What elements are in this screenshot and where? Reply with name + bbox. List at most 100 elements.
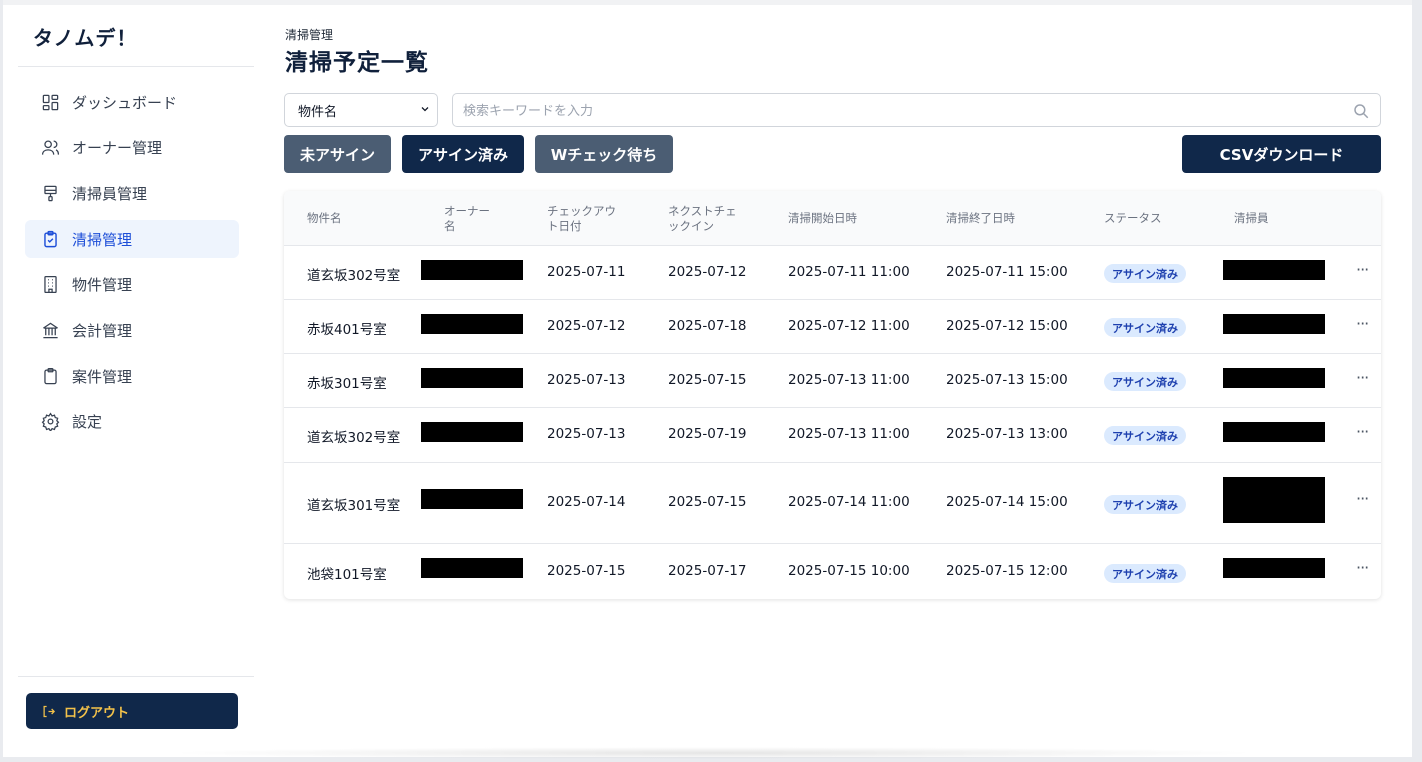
column-header-text: ト日付 [547,219,582,233]
table-row[interactable]: 道玄坂302号室 2025-07-11 2025-07-12 2025-07-1… [284,246,1381,300]
dashboard-icon [40,92,60,112]
search-icon[interactable] [1352,102,1370,120]
property-cell: 赤坂401号室 [307,322,387,338]
property-cell: 道玄坂301号室 [307,498,401,514]
column-header-checkout[interactable]: チェックアウ ト日付 [547,204,616,234]
column-header-end[interactable]: 清掃終了日時 [946,211,1015,226]
sidebar-item-properties[interactable]: 物件管理 [25,266,239,304]
column-header-status[interactable]: ステータス [1104,211,1162,226]
redacted-owner [421,260,523,280]
checkout-cell: 2025-07-11 [547,264,626,280]
end-cell: 2025-07-11 15:00 [946,264,1068,280]
column-header-text: オーナー [444,204,490,218]
bank-icon [40,320,60,340]
checkout-cell: 2025-07-14 [547,494,626,510]
start-cell: 2025-07-13 11:00 [788,372,910,388]
more-actions-icon[interactable]: ··· [1356,314,1369,333]
more-actions-icon[interactable]: ··· [1356,558,1369,577]
sidebar-item-settings[interactable]: 設定 [25,403,239,441]
table-row[interactable]: 池袋101号室 2025-07-15 2025-07-17 2025-07-15… [284,544,1381,599]
checkout-cell: 2025-07-13 [547,426,626,442]
sidebar-item-label: 設定 [72,413,103,432]
table-row[interactable]: 道玄坂301号室 2025-07-14 2025-07-15 2025-07-1… [284,463,1381,544]
sidebar-item-cleaning[interactable]: 清掃管理 [25,220,239,259]
end-cell: 2025-07-14 15:00 [946,494,1068,510]
filter-field-value: 物件名 [298,104,338,120]
start-cell: 2025-07-13 11:00 [788,426,910,442]
column-header-text: チェックアウ [547,204,616,218]
sidebar-item-label: 清掃管理 [72,230,133,249]
column-header-start[interactable]: 清掃開始日時 [788,211,857,226]
sidebar-item-label: オーナー管理 [72,139,163,158]
users-icon [40,138,60,158]
bottom-shadow [163,747,1263,759]
csv-download-button[interactable]: CSVダウンロード [1182,135,1381,173]
property-cell: 道玄坂302号室 [307,430,401,446]
sidebar-item-label: 案件管理 [72,367,133,386]
redacted-cleaner [1223,422,1325,442]
breadcrumb: 清掃管理 [285,28,334,42]
sidebar-divider [18,676,254,677]
search-box [452,93,1381,127]
logout-label: ログアウト [64,705,130,721]
property-cell: 赤坂301号室 [307,376,387,392]
checkout-cell: 2025-07-12 [547,318,626,334]
filter-field-select[interactable]: 物件名 [284,93,438,127]
clipboard-check-icon [40,229,60,249]
unassigned-filter-button[interactable]: 未アサイン [284,135,391,173]
sidebar-divider [18,66,254,67]
column-header-owner[interactable]: オーナー 名 [444,204,490,234]
next-checkin-cell: 2025-07-15 [668,494,747,510]
checkout-cell: 2025-07-13 [547,372,626,388]
sidebar-item-label: 物件管理 [72,276,133,295]
status-badge: アサイン済み [1104,264,1186,283]
gear-icon [40,412,60,432]
end-cell: 2025-07-13 13:00 [946,426,1068,442]
more-actions-icon[interactable]: ··· [1356,422,1369,441]
sidebar-item-owners[interactable]: オーナー管理 [25,129,239,167]
more-actions-icon[interactable]: ··· [1356,489,1369,508]
w-check-filter-button[interactable]: Wチェック待ち [535,135,673,173]
start-cell: 2025-07-14 11:00 [788,494,910,510]
next-checkin-cell: 2025-07-15 [668,372,747,388]
sidebar-item-accounting[interactable]: 会計管理 [25,311,239,349]
logout-button[interactable]: ログアウト [26,693,238,729]
next-checkin-cell: 2025-07-12 [668,264,747,280]
redacted-cleaner [1223,368,1325,388]
building-icon [40,275,60,295]
cleaning-schedule-table: 物件名 オーナー 名 チェックアウ ト日付 ネクストチェ ックイン 清掃開始日時… [284,191,1381,599]
table-row[interactable]: 道玄坂302号室 2025-07-13 2025-07-19 2025-07-1… [284,408,1381,463]
status-badge: アサイン済み [1104,495,1186,514]
table-row[interactable]: 赤坂301号室 2025-07-13 2025-07-15 2025-07-13… [284,354,1381,408]
search-input[interactable] [463,101,1323,121]
more-actions-icon[interactable]: ··· [1356,368,1369,387]
redacted-cleaner [1223,260,1325,280]
clipboard-icon [40,366,60,386]
sidebar-item-cleaners[interactable]: 清掃員管理 [25,174,239,212]
redacted-owner [421,489,523,509]
checkout-cell: 2025-07-15 [547,563,626,579]
redacted-owner [421,422,523,442]
end-cell: 2025-07-12 15:00 [946,318,1068,334]
sidebar-item-projects[interactable]: 案件管理 [25,357,239,395]
more-actions-icon[interactable]: ··· [1356,260,1369,279]
end-cell: 2025-07-15 12:00 [946,563,1068,579]
app-logo: タノムデ！ [33,26,138,50]
start-cell: 2025-07-12 11:00 [788,318,910,334]
start-cell: 2025-07-15 10:00 [788,563,910,579]
table-row[interactable]: 赤坂401号室 2025-07-12 2025-07-18 2025-07-12… [284,300,1381,354]
property-cell: 道玄坂302号室 [307,268,401,284]
status-badge: アサイン済み [1104,318,1186,337]
redacted-cleaner [1223,558,1325,578]
column-header-property[interactable]: 物件名 [307,211,342,226]
next-checkin-cell: 2025-07-18 [668,318,747,334]
column-header-cleaner[interactable]: 清掃員 [1234,211,1269,226]
redacted-owner [421,558,523,578]
column-header-next-checkin[interactable]: ネクストチェ ックイン [668,204,737,234]
property-cell: 池袋101号室 [307,567,387,583]
sidebar-item-dashboard[interactable]: ダッシュボード [25,83,239,121]
table-header: 物件名 オーナー 名 チェックアウ ト日付 ネクストチェ ックイン 清掃開始日時… [284,191,1381,246]
assigned-filter-button[interactable]: アサイン済み [402,135,524,173]
next-checkin-cell: 2025-07-19 [668,426,747,442]
end-cell: 2025-07-13 15:00 [946,372,1068,388]
